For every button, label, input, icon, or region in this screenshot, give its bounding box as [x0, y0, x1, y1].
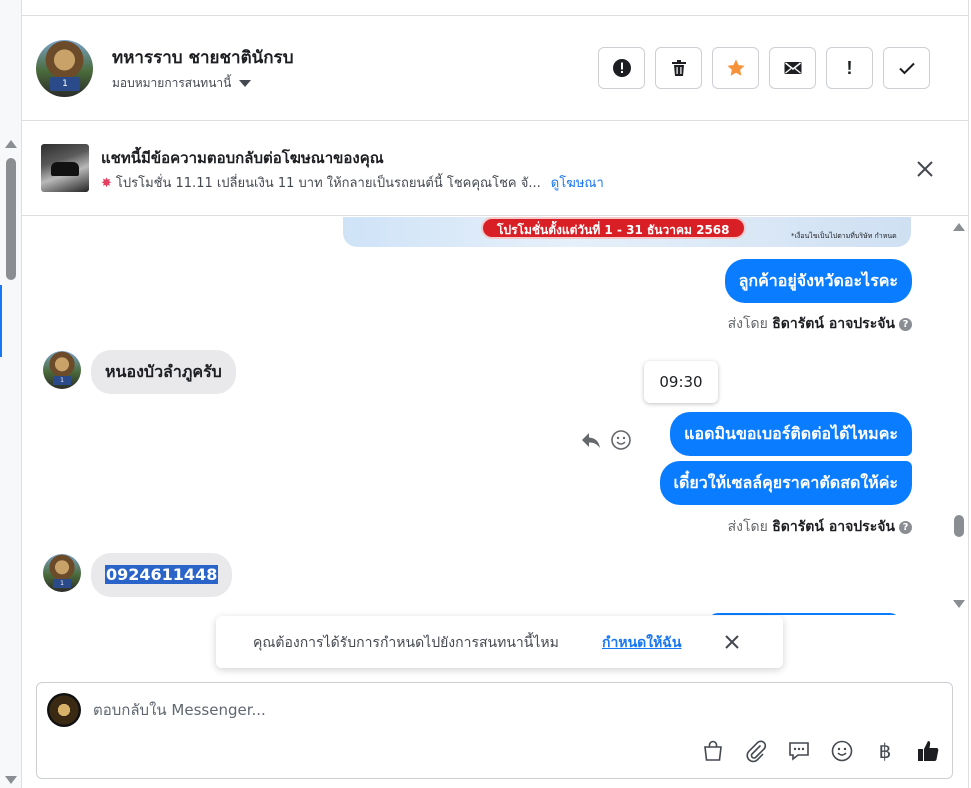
sent-by-line: ส่งโดย ธิดารัตน์ อาจประจัน?: [728, 516, 912, 538]
assign-prompt-text: คุณต้องการได้รับการกำหนดไปยังการสนทนานี้…: [253, 635, 559, 651]
caret-down-icon: [239, 80, 252, 87]
avatar-plaque: 1: [50, 77, 80, 91]
thumbs-up-icon: [918, 741, 939, 761]
avatar-plaque: 1: [53, 376, 71, 385]
composer-toolbar: ฿: [701, 739, 940, 763]
message-bubble-outgoing[interactable]: ลูกค้าอยู่จังหวัดอะไรคะ: [724, 259, 912, 303]
message-hover-tools: [580, 429, 632, 451]
ad-snippet: โปรโมชั่น 11.11 เปลี่ยนเงิน 11 บาท ให้กล…: [115, 176, 541, 191]
scroll-up-arrow-icon[interactable]: [953, 223, 965, 231]
active-indicator: [0, 285, 2, 357]
assign-prompt-toast: คุณต้องการได้รับการกำหนดไปยังการสนทนานี้…: [216, 616, 783, 668]
trash-icon: [671, 60, 686, 76]
message-bubble-outgoing[interactable]: แอดมินขอเบอร์ติดต่อได้ไหมคะ: [670, 412, 912, 456]
sent-by-name: ธิดารัตน์ อาจประจัน: [772, 316, 895, 332]
saved-replies-button[interactable]: [787, 739, 811, 763]
ad-thumbnail[interactable]: [41, 144, 89, 192]
sparkle-icon: ✸: [101, 176, 112, 191]
scroll-down-arrow-icon[interactable]: [5, 776, 17, 784]
emoji-button[interactable]: [830, 739, 854, 763]
scroll-up-arrow-icon[interactable]: [5, 140, 17, 148]
contact-avatar-small[interactable]: 1: [43, 351, 81, 389]
spam-button[interactable]: [598, 47, 645, 89]
paperclip-icon: [746, 740, 767, 763]
promo-image-attachment[interactable]: โปรโมชั่นตั้งแต่วันที่ 1 - 31 ธันวาคม 25…: [343, 217, 911, 247]
view-ad-link[interactable]: ดูโฆษณา: [551, 176, 604, 191]
like-button[interactable]: [916, 739, 940, 763]
shop-button[interactable]: [701, 739, 725, 763]
outer-scrollbar[interactable]: [0, 0, 22, 788]
payment-button[interactable]: ฿: [873, 739, 897, 763]
assign-label: มอบหมายการสนทนานี้: [112, 76, 232, 90]
mark-done-button[interactable]: [883, 47, 930, 89]
close-icon[interactable]: [912, 156, 938, 182]
promo-fine-print: *เงื่อนไขเป็นไปตามที่บริษัท กำหนด: [791, 232, 897, 240]
emoji-icon[interactable]: [610, 429, 632, 451]
conversation-header: 1 ทหารราบ ชายชาตินักรบ มอบหมายการสนทนานี…: [22, 16, 968, 121]
baht-icon: ฿: [878, 740, 892, 763]
ad-snippet-line: ✸ โปรโมชั่น 11.11 เปลี่ยนเงิน 11 บาท ให้ก…: [101, 172, 604, 193]
message-bubble-outgoing[interactable]: เดี๋ยวให้เซลล์คุยราคาตัดสดให้ค่ะ: [659, 461, 912, 505]
inbox-conversation-panel: 1 ทหารราบ ชายชาตินักรบ มอบหมายการสนทนานี…: [0, 0, 971, 788]
right-border: [968, 0, 969, 788]
avatar-plaque: 1: [53, 579, 71, 588]
promo-pill-text: โปรโมชั่นตั้งแต่วันที่ 1 - 31 ธันวาคม 25…: [481, 217, 746, 239]
delete-button[interactable]: [655, 47, 702, 89]
scroll-thumb[interactable]: [6, 158, 16, 280]
alert-circle-icon: [612, 59, 631, 77]
contact-avatar-small[interactable]: 1: [43, 554, 81, 592]
assign-conversation-dropdown[interactable]: มอบหมายการสนทนานี้: [112, 74, 252, 93]
timestamp-tooltip: 09:30: [644, 361, 718, 403]
ad-reply-banner: แชทนี้มีข้อความตอบกลับต่อโฆษณาของคุณ ✸ โป…: [22, 122, 968, 216]
scroll-down-arrow-icon[interactable]: [953, 600, 965, 608]
follow-up-button[interactable]: !: [826, 47, 873, 89]
message-bubble-incoming[interactable]: 0924611448: [91, 553, 233, 597]
info-icon[interactable]: ?: [899, 318, 912, 331]
message-bubble-incoming[interactable]: หนองบัวลำภูครับ: [91, 350, 236, 394]
page-avatar: [47, 693, 81, 727]
sent-by-line: ส่งโดย ธิดารัตน์ อาจประจัน?: [728, 313, 912, 335]
info-icon[interactable]: ?: [899, 521, 912, 534]
exclamation-icon: !: [846, 57, 853, 78]
star-button[interactable]: [712, 47, 759, 89]
sent-by-prefix: ส่งโดย: [727, 519, 768, 535]
thread-scrollbar[interactable]: [951, 217, 968, 615]
reply-composer: ฿: [36, 682, 953, 779]
assign-to-me-link[interactable]: กำหนดให้ฉัน: [602, 632, 681, 654]
mark-unread-button[interactable]: [769, 47, 816, 89]
phone-number-selected[interactable]: 0924611448: [105, 565, 219, 584]
message-thread[interactable]: โปรโมชั่นตั้งแต่วันที่ 1 - 31 ธันวาคม 25…: [22, 217, 951, 615]
scroll-thumb[interactable]: [954, 515, 964, 537]
emoji-icon: [831, 740, 853, 762]
message-bubble-outgoing-partial[interactable]: [708, 613, 900, 615]
ad-banner-title: แชทนี้มีข้อความตอบกลับต่อโฆษณาของคุณ: [101, 149, 384, 167]
saved-reply-icon: [789, 742, 809, 761]
sent-by-prefix: ส่งโดย: [727, 316, 768, 332]
attach-button[interactable]: [744, 739, 768, 763]
mail-icon: [784, 62, 801, 74]
contact-avatar[interactable]: 1: [36, 40, 93, 97]
reply-input[interactable]: [93, 701, 913, 719]
close-icon[interactable]: [722, 632, 742, 652]
contact-name[interactable]: ทหารราบ ชายชาตินักรบ: [112, 44, 293, 71]
bag-icon: [704, 740, 722, 761]
check-icon: [898, 62, 915, 75]
reply-icon[interactable]: [580, 429, 602, 451]
header-actions: !: [598, 47, 930, 89]
star-icon: [726, 59, 745, 76]
sent-by-name: ธิดารัตน์ อาจประจัน: [772, 519, 895, 535]
